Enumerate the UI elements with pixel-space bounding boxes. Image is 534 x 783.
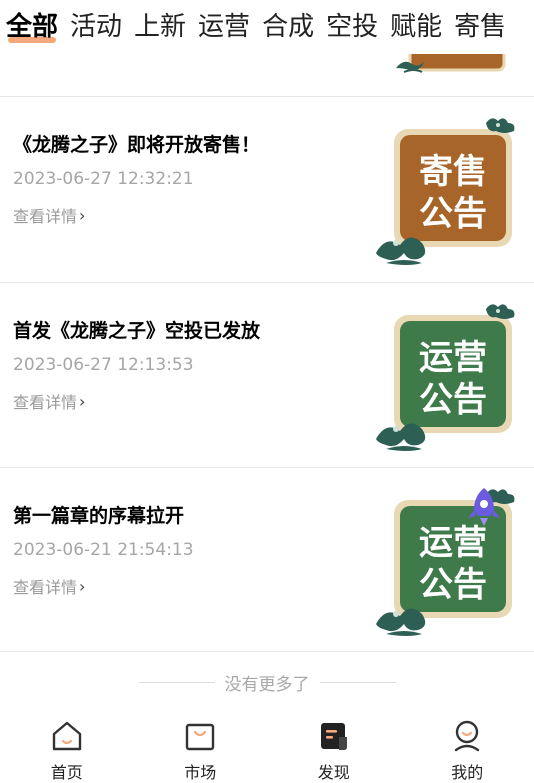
announcement-title[interactable]: 第一篇章的序幕拉开 — [13, 501, 184, 528]
category-tabs: 全部 活动 上新 运营 合成 空投 赋能 寄售 — [0, 0, 534, 54]
announcement-feed[interactable]: 《龙腾之子》即将开放寄售！ 2023-06-27 12:32:21 查看详情 ›… — [0, 54, 534, 707]
view-detail-link[interactable]: 查看详情 › — [13, 203, 85, 227]
partial-announcement-badge — [396, 54, 506, 73]
nav-discover[interactable]: 发现 — [267, 707, 401, 783]
tab-all[interactable]: 全部 — [6, 0, 58, 54]
operation-announcement-icon: 运营 公告 — [376, 488, 515, 636]
chevron-right-icon: › — [79, 391, 86, 411]
bottom-nav: 首页 市场 发现 我的 — [0, 707, 534, 783]
badge-line1: 寄售 — [419, 152, 487, 192]
view-detail-label: 查看详情 — [13, 578, 78, 597]
chevron-right-icon: › — [79, 205, 86, 225]
view-detail-label: 查看详情 — [13, 207, 78, 226]
operation-announcement-icon: 运营 公告 — [376, 304, 515, 451]
divider — [319, 682, 396, 683]
announcement-time: 2023-06-27 12:32:21 — [13, 169, 194, 189]
view-detail-link[interactable]: 查看详情 › — [13, 574, 85, 598]
nav-market[interactable]: 市场 — [134, 707, 268, 783]
nav-home[interactable]: 首页 — [0, 707, 134, 783]
tab-operation[interactable]: 运营 — [198, 0, 250, 54]
chevron-right-icon: › — [79, 576, 86, 596]
view-detail-label: 查看详情 — [13, 393, 78, 412]
view-detail-link[interactable]: 查看详情 › — [13, 389, 85, 413]
tab-consign[interactable]: 寄售 — [454, 0, 506, 54]
announcement-item[interactable]: 首发《龙腾之子》空投已发放 2023-06-27 12:13:53 查看详情 ›… — [0, 283, 534, 467]
badge-line2: 公告 — [419, 565, 487, 605]
nav-home-label: 首页 — [50, 763, 83, 782]
tab-synthesis[interactable]: 合成 — [262, 0, 314, 54]
nav-profile-label: 我的 — [451, 763, 484, 782]
tab-airdrop[interactable]: 空投 — [326, 0, 378, 54]
announcement-item[interactable]: 第一篇章的序幕拉开 2023-06-21 21:54:13 查看详情 › 运营 … — [0, 468, 534, 652]
nav-discover-label: 发现 — [317, 763, 350, 782]
no-more-text: 没有更多了 — [224, 675, 310, 695]
divider — [138, 682, 215, 683]
discover-icon — [320, 723, 347, 750]
announcement-title[interactable]: 首发《龙腾之子》空投已发放 — [13, 316, 260, 343]
no-more-indicator: 没有更多了 — [0, 670, 534, 695]
badge-line1: 运营 — [419, 523, 487, 563]
announcement-item[interactable]: 《龙腾之子》即将开放寄售！ 2023-06-27 12:32:21 查看详情 ›… — [0, 97, 534, 281]
tab-empower[interactable]: 赋能 — [390, 0, 442, 54]
announcement-time: 2023-06-27 12:13:53 — [13, 355, 194, 375]
badge-line1: 运营 — [419, 338, 487, 378]
announcement-time: 2023-06-21 21:54:13 — [13, 540, 194, 560]
market-bag-icon — [186, 723, 215, 751]
tab-new[interactable]: 上新 — [134, 0, 186, 54]
consign-announcement-icon: 寄售 公告 — [376, 118, 515, 265]
nav-market-label: 市场 — [184, 763, 217, 782]
home-icon — [52, 721, 81, 751]
badge-line2: 公告 — [419, 380, 487, 420]
tab-activity[interactable]: 活动 — [70, 0, 122, 54]
profile-icon — [455, 720, 480, 752]
announcement-title[interactable]: 《龙腾之子》即将开放寄售！ — [13, 130, 260, 157]
badge-line2: 公告 — [419, 194, 487, 234]
divider — [0, 651, 534, 652]
nav-profile[interactable]: 我的 — [401, 707, 534, 783]
